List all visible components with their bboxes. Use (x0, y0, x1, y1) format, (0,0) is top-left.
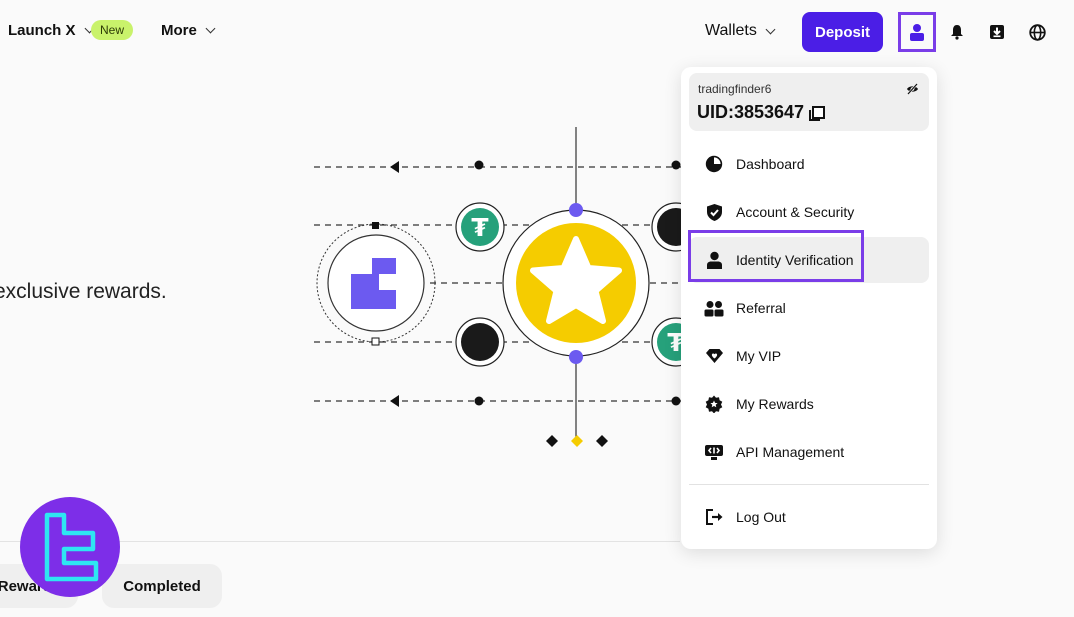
menu-item-referral[interactable]: Referral (689, 285, 929, 331)
wallets-label: Wallets (705, 22, 757, 39)
copy-icon[interactable] (809, 106, 826, 121)
user-profile-button[interactable] (898, 12, 936, 52)
arrow-left-icon (390, 161, 399, 173)
menu-item-label: Identity Verification (736, 252, 854, 268)
launch-x-label: Launch X (8, 22, 76, 39)
globe-icon (1028, 23, 1046, 41)
top-navigation: Launch X New More Wallets Deposit (0, 0, 1074, 64)
wallets-menu[interactable]: Wallets (705, 22, 776, 40)
arrow-left-icon (390, 395, 399, 407)
menu-item-label: Dashboard (736, 156, 805, 172)
launch-x-menu[interactable]: Launch X (8, 22, 94, 39)
bell-icon (951, 25, 963, 40)
more-label: More (161, 22, 197, 39)
tether-icon: ₮ (471, 213, 489, 242)
pie-chart-icon (704, 154, 724, 174)
tab-completed[interactable]: Completed (102, 564, 222, 608)
tab-completed-label: Completed (123, 577, 201, 595)
menu-item-my-vip[interactable]: My VIP (689, 333, 929, 379)
user-icon (704, 250, 724, 270)
more-menu[interactable]: More (161, 22, 216, 39)
rewards-illustration: ₮ ₮ (314, 127, 690, 447)
hero-tagline: exclusive rewards. (0, 280, 167, 304)
watermark-logo (20, 497, 120, 597)
menu-item-identity-verification[interactable]: Identity Verification (688, 230, 929, 283)
shield-check-icon (704, 202, 724, 222)
users-icon (704, 298, 724, 318)
menu-item-my-rewards[interactable]: My Rewards (689, 381, 929, 427)
menu-item-label: My Rewards (736, 396, 814, 412)
tf-logo-icon (44, 512, 99, 582)
eye-off-icon[interactable] (906, 83, 919, 98)
menu-separator (689, 484, 929, 485)
hero-tagline-text: exclusive rewards. (0, 280, 167, 303)
chevron-down-icon (205, 23, 216, 34)
account-card: tradingfinder6 UID:3853647 (689, 73, 929, 131)
chevron-down-icon (765, 24, 776, 34)
menu-item-label: Account & Security (736, 204, 855, 220)
api-icon (704, 442, 724, 462)
language-button[interactable] (1018, 12, 1056, 52)
download-button[interactable] (978, 12, 1016, 52)
account-uid-row: UID:3853647 (697, 102, 826, 123)
menu-item-api-management[interactable]: API Management (689, 429, 929, 475)
user-icon (910, 24, 924, 41)
account-uid: UID:3853647 (697, 102, 805, 122)
notifications-button[interactable] (938, 12, 976, 52)
gear-badge-icon (704, 394, 724, 414)
menu-item-dashboard[interactable]: Dashboard (689, 141, 929, 187)
diamond-heart-icon (704, 346, 724, 366)
download-icon (990, 25, 1004, 39)
menu-item-label: Referral (736, 300, 786, 316)
account-username: tradingfinder6 (698, 82, 772, 96)
menu-item-label: API Management (736, 444, 845, 460)
logout-icon (704, 507, 724, 527)
menu-item-label: My VIP (736, 348, 782, 364)
new-badge: New (91, 20, 134, 40)
deposit-button[interactable]: Deposit (802, 12, 883, 52)
account-dropdown: tradingfinder6 UID:3853647 Dashboard Acc… (681, 67, 937, 549)
menu-item-label: Log Out (736, 509, 786, 525)
menu-item-account-security[interactable]: Account & Security (689, 189, 929, 235)
menu-item-logout[interactable]: Log Out (689, 494, 929, 540)
